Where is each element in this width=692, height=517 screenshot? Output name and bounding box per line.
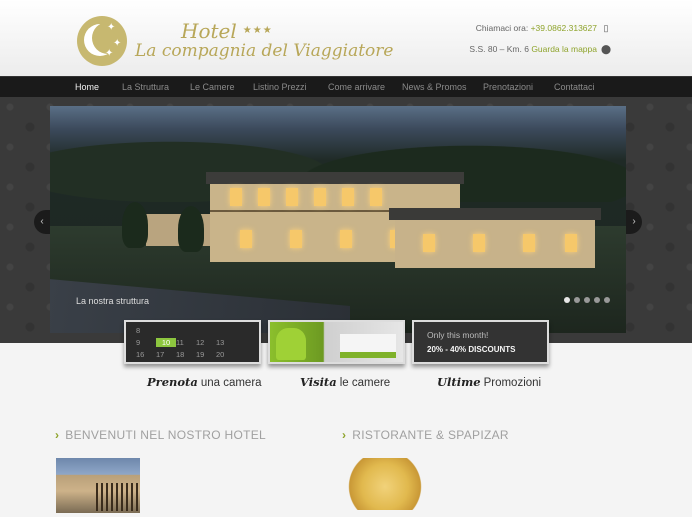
slider-dot-5[interactable] [604, 297, 610, 303]
pasta-thumbnail[interactable] [343, 458, 427, 510]
hotel-thumbnail[interactable] [56, 458, 140, 513]
slider-dot-4[interactable] [594, 297, 600, 303]
tile-label-ultime[interactable]: Ultime Promozioni [437, 375, 541, 389]
header: ✦ ✦ ✦ Hotel ★★★ La compagnia del Viaggiat… [0, 0, 692, 76]
tile-label-visita[interactable]: Visita le camere [300, 375, 390, 389]
bed-image [340, 334, 396, 358]
mobile-phone-icon: ▯ [603, 23, 609, 33]
phone-number[interactable]: +39.0862.313627 [531, 23, 597, 33]
calendar-graphic: 8 9 10 11 12 13 16 17 18 19 20 [136, 326, 225, 359]
promotions-tile[interactable]: Only this month! 20% - 40% DISCOUNTS [412, 320, 549, 364]
nav-item-contattaci[interactable]: Contattaci [554, 77, 614, 97]
hotel-logo[interactable]: ✦ ✦ ✦ Hotel ★★★ La compagnia del Viaggiat… [77, 16, 393, 66]
moon-logo-icon: ✦ ✦ ✦ [77, 16, 127, 66]
hero-slider[interactable]: La nostra struttura [50, 106, 626, 333]
section-title-benvenuti: › BENVENUTI NEL NOSTRO HOTEL [55, 428, 267, 442]
slide-caption: La nostra struttura [76, 296, 150, 306]
phone-prefix: Chiamaci ora: [475, 23, 531, 33]
nav-item-le-camere[interactable]: Le Camere [190, 77, 253, 97]
contact-info: Chiamaci ora: +39.0862.313627 ▯ S.S. 80 –… [469, 18, 611, 60]
slider-pagination [564, 297, 610, 303]
booking-calendar-tile[interactable]: 8 9 10 11 12 13 16 17 18 19 20 [124, 320, 261, 364]
address-text: S.S. 80 – Km. 6 [469, 44, 532, 54]
nav-item-listino-prezzi[interactable]: Listino Prezzi [253, 77, 328, 97]
nav-item-news-promos[interactable]: News & Promos [402, 77, 483, 97]
rooms-tile[interactable] [268, 320, 405, 364]
map-pin-icon: ⬤ [601, 44, 612, 54]
slider-dot-3[interactable] [584, 297, 590, 303]
nav-item-prenotazioni[interactable]: Prenotazioni [483, 77, 554, 97]
tile-label-prenota[interactable]: Prenota una camera [147, 375, 262, 389]
nav-item-come-arrivare[interactable]: Come arrivare [328, 77, 402, 97]
map-link[interactable]: Guarda la mappa [531, 44, 597, 54]
section-title-ristorante: › RISTORANTE & SPAPIZAR [342, 428, 509, 442]
logo-hotel-name: La compagnia del Viaggiatore [135, 41, 394, 61]
chevron-right-icon: › [55, 428, 60, 442]
nav-item-home[interactable]: Home [75, 77, 122, 97]
chevron-right-icon: › [342, 428, 347, 442]
nav-item-la-struttura[interactable]: La Struttura [122, 77, 190, 97]
promo-only-text: Only this month! [427, 330, 489, 340]
chair-image [276, 328, 306, 360]
main-nav: Home La Struttura Le Camere Listino Prez… [0, 76, 692, 97]
logo-hotel-text: Hotel [181, 19, 237, 43]
promo-discount-text: 20% - 40% DISCOUNTS [427, 345, 516, 354]
slider-dot-1[interactable] [564, 297, 570, 303]
slider-dot-2[interactable] [574, 297, 580, 303]
logo-stars: ★★★ [242, 25, 273, 36]
